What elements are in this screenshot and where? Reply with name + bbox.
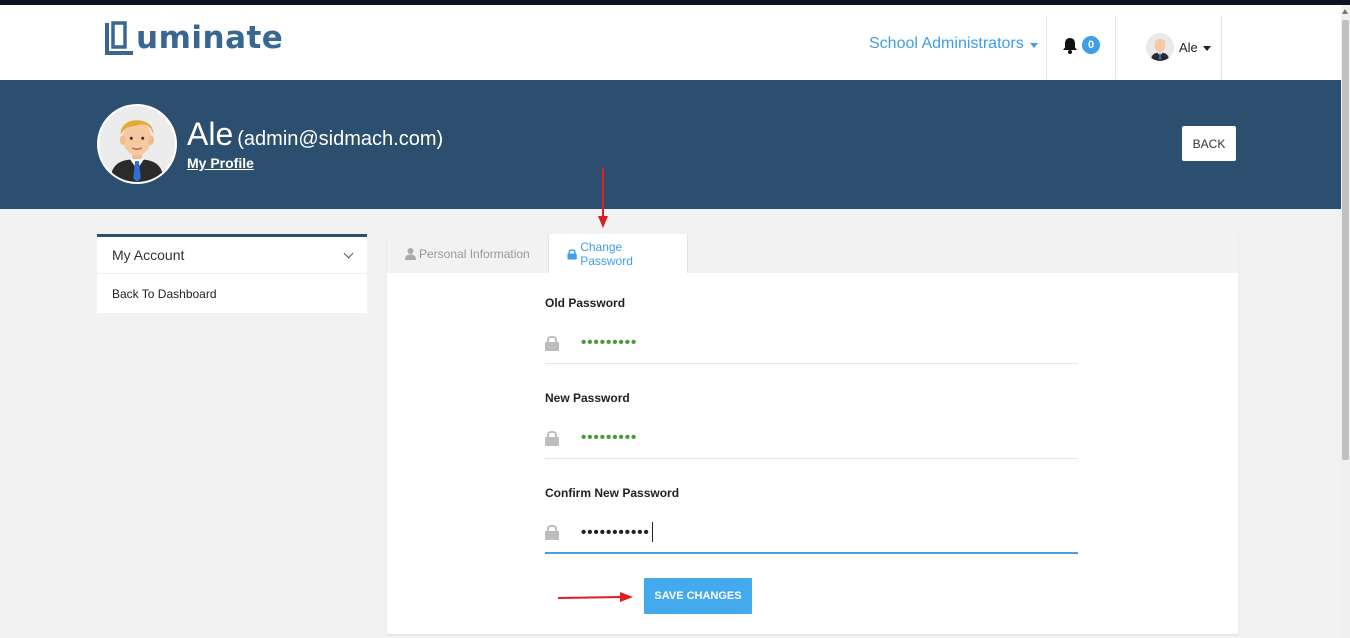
tab-bar: Personal Information Change Password	[387, 234, 1238, 273]
divider	[1115, 15, 1116, 80]
role-label: School Administrators	[869, 35, 1024, 52]
lock-icon	[545, 335, 559, 351]
user-icon	[405, 247, 416, 260]
tab-label: Personal Information	[419, 246, 530, 261]
my-profile-link[interactable]: My Profile	[187, 155, 254, 171]
sidebar-item-label: Back To Dashboard	[112, 286, 217, 301]
settings-card: Personal Information Change Password Old…	[387, 234, 1238, 634]
text-cursor	[651, 522, 653, 542]
sidebar-header: My Account	[112, 247, 185, 263]
confirm-password-field[interactable]: •••••••••••	[545, 512, 1078, 554]
old-password-value: •••••••••	[581, 334, 638, 351]
lock-icon	[545, 524, 559, 540]
tab-personal-information[interactable]: Personal Information	[387, 234, 548, 273]
new-password-label: New Password	[545, 391, 630, 405]
avatar	[1146, 33, 1174, 61]
notification-badge: 0	[1082, 36, 1100, 54]
profile-email: (admin@sidmach.com)	[237, 128, 444, 150]
notifications-button[interactable]: 0	[1062, 36, 1100, 54]
my-account-toggle[interactable]: My Account	[97, 237, 367, 274]
page-scrollbar[interactable]	[1341, 5, 1350, 638]
bell-icon	[1063, 37, 1077, 54]
scrollbar-thumb[interactable]	[1342, 20, 1349, 460]
caret-down-icon	[1029, 42, 1038, 48]
sidebar-item-dashboard[interactable]: Back To Dashboard	[97, 274, 367, 313]
profile-heading: Ale (admin@sidmach.com)	[187, 116, 443, 153]
new-password-value: •••••••••	[581, 429, 638, 446]
caret-down-icon	[1202, 45, 1211, 51]
navbar: uminate School Administrators 0 Ale	[0, 5, 1341, 80]
role-dropdown[interactable]: School Administrators	[869, 35, 1038, 53]
profile-avatar	[97, 104, 177, 184]
lock-icon	[567, 248, 577, 260]
confirm-password-value: •••••••••••	[581, 523, 650, 541]
old-password-field[interactable]: •••••••••	[545, 322, 1078, 364]
confirm-password-label: Confirm New Password	[545, 486, 680, 500]
divider	[1046, 15, 1047, 80]
new-password-field[interactable]: •••••••••	[545, 417, 1078, 459]
old-password-label: Old Password	[545, 296, 626, 310]
logo-text: uminate	[136, 20, 284, 56]
tab-change-password[interactable]: Change Password	[548, 234, 688, 273]
profile-name: Ale	[187, 116, 234, 152]
profile-banner: Ale (admin@sidmach.com) My Profile BACK	[0, 80, 1341, 209]
lock-icon	[545, 430, 559, 446]
scroll-up-icon[interactable]	[1342, 9, 1348, 14]
save-changes-button[interactable]: SAVE CHANGES	[644, 578, 752, 614]
chevron-down-icon	[343, 248, 354, 258]
logo-mark-icon	[105, 21, 133, 55]
divider	[1221, 15, 1222, 80]
user-menu[interactable]: Ale	[1146, 33, 1211, 61]
logo[interactable]: uminate	[105, 17, 283, 59]
tab-label: Change Password	[580, 239, 633, 268]
user-name: Ale	[1179, 39, 1198, 55]
back-button[interactable]: BACK	[1182, 126, 1236, 161]
sidebar: My Account Back To Dashboard	[97, 234, 367, 313]
